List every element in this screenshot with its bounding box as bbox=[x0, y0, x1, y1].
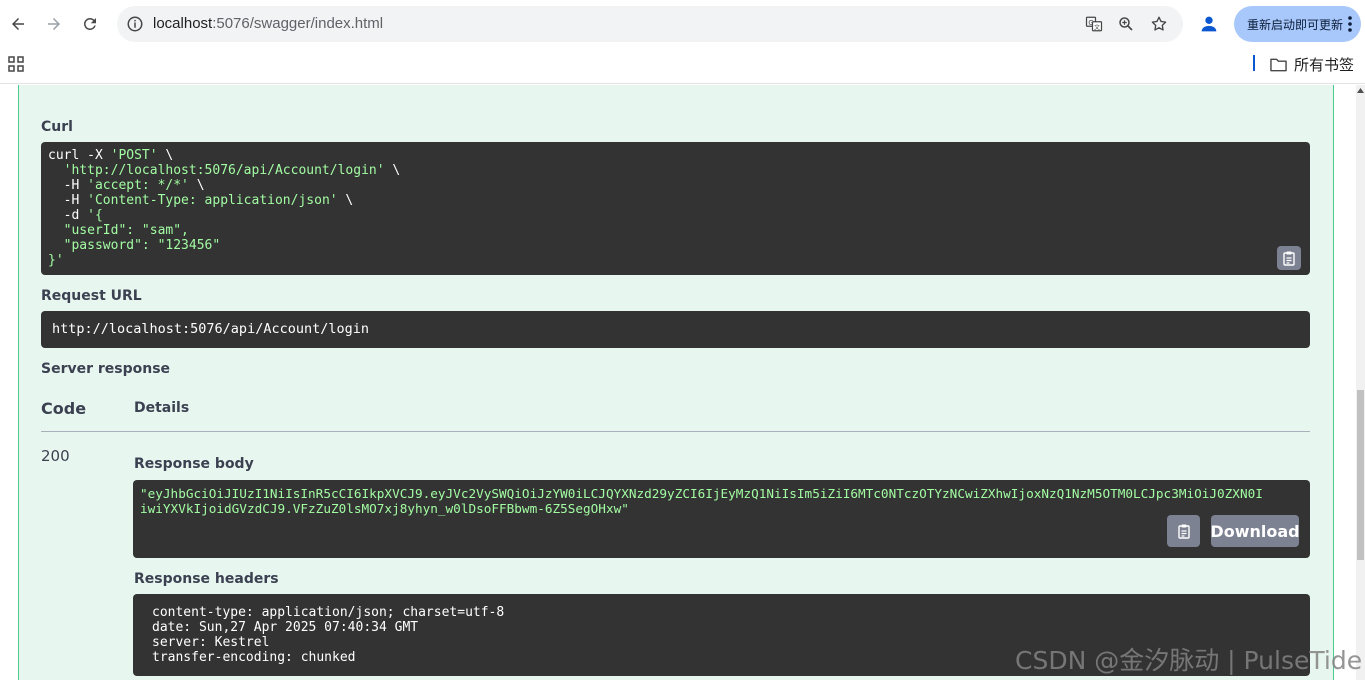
curl-line-string: "password": "123456" bbox=[63, 238, 221, 253]
curl-line-tail: \ bbox=[337, 193, 354, 208]
curl-line-string: 'Content-Type: application/json' bbox=[87, 193, 338, 208]
curl-line: -d '{ bbox=[48, 208, 103, 223]
curl-line-plain: -H bbox=[48, 178, 88, 193]
site-info-icon[interactable] bbox=[126, 15, 144, 33]
response-header-line: content-type: application/json; charset=… bbox=[152, 605, 505, 620]
folder-icon bbox=[1270, 58, 1287, 71]
request-url-box[interactable]: http://localhost:5076/api/Account/login bbox=[41, 311, 1310, 348]
request-url-label: Request URL bbox=[41, 288, 142, 304]
csdn-watermark: CSDN @金汐脉动 | PulseTide bbox=[1015, 646, 1363, 675]
curl-line: -H 'accept: */*' \ bbox=[48, 178, 205, 193]
browser-toolbar: localhost:5076/swagger/index.html G文 重新启… bbox=[0, 0, 1365, 48]
curl-line-string: "userId": "sam", bbox=[63, 223, 189, 238]
curl-line-plain: -d bbox=[48, 208, 88, 223]
forward-icon bbox=[48, 18, 60, 30]
url-path: :5076/swagger/index.html bbox=[212, 15, 384, 32]
response-body-label: Response body bbox=[134, 456, 254, 472]
curl-label: Curl bbox=[41, 119, 73, 135]
curl-line: curl -X 'POST' \ bbox=[48, 148, 173, 163]
update-button[interactable]: 重新启动即可更新 bbox=[1234, 6, 1361, 42]
update-button-label: 重新启动即可更新 bbox=[1247, 17, 1344, 32]
details-column-header: Details bbox=[134, 400, 190, 416]
bookmarks-separator bbox=[1253, 55, 1255, 71]
curl-line-plain bbox=[48, 223, 64, 238]
curl-line-tail: \ bbox=[188, 178, 205, 193]
curl-line: -H 'Content-Type: application/json' \ bbox=[48, 193, 354, 208]
curl-line-string: '{ bbox=[87, 208, 103, 223]
url-text[interactable]: localhost:5076/swagger/index.html bbox=[153, 15, 383, 33]
server-response-label: Server response bbox=[41, 361, 171, 377]
clipboard-icon bbox=[1177, 524, 1190, 539]
swagger-page: Curl curl -X 'POST' \ 'http://localhost:… bbox=[0, 85, 1356, 680]
status-code: 200 bbox=[41, 447, 70, 465]
response-headers-label: Response headers bbox=[134, 571, 279, 587]
reload-button[interactable] bbox=[78, 12, 102, 36]
curl-line-plain: curl -X bbox=[48, 148, 111, 163]
curl-line: "userId": "sam", bbox=[48, 223, 189, 238]
translate-icon[interactable]: G文 bbox=[1085, 15, 1103, 33]
curl-line-tail: \ bbox=[384, 163, 401, 178]
page-scrollbar[interactable] bbox=[1356, 85, 1365, 680]
response-header-line: date: Sun,27 Apr 2025 07:40:34 GMT bbox=[152, 620, 419, 635]
all-bookmarks-folder[interactable]: 所有书签 bbox=[1270, 54, 1354, 75]
code-column-header: Code bbox=[41, 399, 87, 418]
svg-text:文: 文 bbox=[1094, 23, 1100, 31]
back-icon bbox=[12, 18, 24, 30]
copy-curl-button[interactable] bbox=[1277, 246, 1301, 270]
response-header-line: server: Kestrel bbox=[152, 635, 270, 650]
curl-line-plain bbox=[48, 163, 64, 178]
url-host: localhost bbox=[153, 15, 213, 32]
copy-response-button[interactable] bbox=[1167, 515, 1200, 547]
response-header-line: transfer-encoding: chunked bbox=[152, 650, 356, 665]
bookmarks-bar: 所有书签 bbox=[0, 48, 1365, 84]
response-body-box[interactable]: "eyJhbGciOiJIUzI1NiIsInR5cCI6IkpXVCJ9.ey… bbox=[133, 480, 1310, 558]
reload-icon bbox=[83, 17, 96, 30]
clipboard-icon bbox=[1283, 251, 1295, 266]
apps-grid-icon[interactable] bbox=[8, 56, 24, 72]
curl-code-block[interactable]: curl -X 'POST' \ 'http://localhost:5076/… bbox=[41, 142, 1310, 275]
curl-line-string: }' bbox=[48, 253, 64, 268]
curl-line: }' bbox=[48, 253, 64, 268]
zoom-icon[interactable] bbox=[1117, 15, 1135, 33]
download-button[interactable]: Download bbox=[1210, 515, 1300, 547]
curl-line-string: 'POST' bbox=[110, 148, 158, 163]
response-body-line-2: iwiYXVkIjoidGVzdCJ9.VFzZuZ0lsMO7xj8yhyn_… bbox=[140, 501, 629, 516]
star-icon[interactable] bbox=[1150, 15, 1168, 33]
curl-line-string: 'accept: */*' bbox=[87, 178, 189, 193]
all-bookmarks-label: 所有书签 bbox=[1294, 57, 1355, 74]
scroll-up-arrow-icon[interactable] bbox=[1356, 87, 1365, 95]
curl-line-plain: -H bbox=[48, 193, 88, 208]
back-button[interactable] bbox=[6, 12, 30, 36]
curl-line: 'http://localhost:5076/api/Account/login… bbox=[48, 163, 401, 178]
response-body-line-1: "eyJhbGciOiJIUzI1NiIsInR5cCI6IkpXVCJ9.ey… bbox=[140, 486, 1263, 501]
table-divider bbox=[41, 431, 1310, 432]
curl-line-plain bbox=[48, 238, 64, 253]
curl-line-string: 'http://localhost:5076/api/Account/login… bbox=[63, 163, 385, 178]
profile-icon[interactable] bbox=[1198, 13, 1220, 35]
scrollbar-thumb[interactable] bbox=[1357, 390, 1364, 560]
menu-dots-icon[interactable] bbox=[1347, 15, 1353, 33]
curl-line: "password": "123456" bbox=[48, 238, 221, 253]
forward-button[interactable] bbox=[42, 12, 66, 36]
curl-line-tail: \ bbox=[157, 148, 174, 163]
address-bar[interactable]: localhost:5076/swagger/index.html G文 bbox=[117, 6, 1183, 42]
